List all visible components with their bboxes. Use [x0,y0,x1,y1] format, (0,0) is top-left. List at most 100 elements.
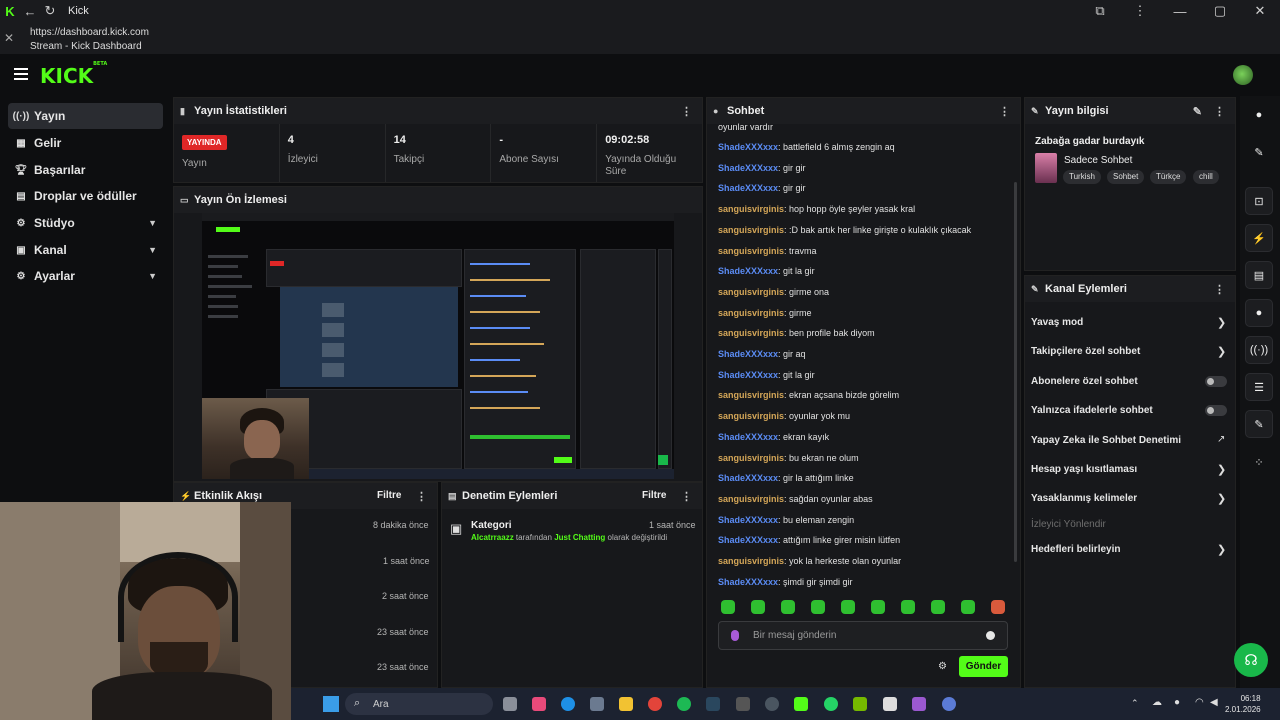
info-icon[interactable]: ● [1245,101,1273,129]
external-link-icon[interactable]: ↗ [1217,434,1225,445]
bolt-icon[interactable]: ⚡ [1245,224,1273,252]
nodes-icon[interactable]: ⁘ [1245,448,1273,476]
windows-start-icon[interactable] [323,696,339,712]
store-icon[interactable] [590,697,604,711]
chat-settings-icon[interactable]: ⚙ [938,661,947,672]
action-slow-mode[interactable]: Yavaş mod [1031,317,1083,328]
nvidia-icon[interactable] [853,697,867,711]
chat-username[interactable]: sanguisvirginis [718,204,784,214]
emote-icon[interactable] [721,600,735,614]
action-account-age[interactable]: Hesap yaşı kısıtlaması [1031,464,1137,475]
list-icon[interactable]: ☰ [1245,373,1273,401]
edge-icon[interactable] [561,697,575,711]
emotes-only-toggle[interactable] [1205,405,1227,416]
taskbar-search[interactable]: ⌕ Ara [345,693,493,715]
steam-icon[interactable] [706,697,720,711]
sidebar-item-studio[interactable]: ⚙ Stüdyo ▼ [8,210,163,236]
chat-username[interactable]: ShadeXXXxxx [718,432,778,442]
tray-chevron-icon[interactable]: ⌃ [1131,698,1139,709]
wrench-icon[interactable]: ✎ [1245,410,1273,438]
send-button[interactable]: Gönder [959,656,1008,677]
chat-username[interactable]: sanguisvirginis [718,328,784,338]
pencil-icon[interactable]: ✎ [1245,138,1273,166]
cloud-icon[interactable]: ☁ [1152,697,1162,708]
activity-filter-button[interactable]: Filtre [377,490,401,501]
maximize-icon[interactable]: ▢ [1200,0,1240,22]
close-icon[interactable]: ✕ [1240,0,1280,22]
chat-username[interactable]: sanguisvirginis [718,246,784,256]
wifi-icon[interactable]: ◠ [1195,697,1204,708]
close-tab-icon[interactable]: ✕ [4,31,14,45]
action-followers-only[interactable]: Takipçilere özel sohbet [1031,346,1140,357]
chevron-right-icon[interactable]: ❯ [1217,492,1226,505]
folder-icon[interactable] [619,697,633,711]
more-icon[interactable]: ⋮ [1120,0,1160,22]
broadcast-icon[interactable]: ((·)) [1245,336,1273,364]
spotify-icon[interactable] [677,697,691,711]
capture-icon[interactable]: ⊡ [1245,187,1273,215]
back-arrow-icon[interactable]: ← [20,0,40,22]
chat-username[interactable]: ShadeXXXxxx [718,535,778,545]
help-icon[interactable]: ☊ [1234,643,1268,677]
more-options-icon[interactable]: ⋮ [1214,105,1225,118]
sidebar-item-settings[interactable]: ⚙ Ayarlar ▼ [8,263,163,289]
action-ai-moderation[interactable]: Yapay Zeka ile Sohbet Denetimi [1031,435,1181,446]
stream-category[interactable]: Sadece Sohbet [1064,155,1132,166]
mic-tray-icon[interactable]: ● [1174,697,1180,708]
chat-username[interactable]: sanguisvirginis [718,308,784,318]
epic-icon[interactable] [736,697,750,711]
emoji-icon[interactable] [986,631,995,640]
sidebar-item-channel[interactable]: ▣ Kanal ▼ [8,237,163,263]
minimize-icon[interactable]: — [1160,0,1200,22]
g-app-icon[interactable] [883,697,897,711]
url-text[interactable]: https://dashboard.kick.com [30,27,149,38]
kick-app-icon[interactable] [794,697,808,711]
moderation-category[interactable]: Just Chatting [554,533,605,542]
emote-icon[interactable] [961,600,975,614]
chevron-right-icon[interactable]: ❯ [1217,463,1226,476]
moderation-filter-button[interactable]: Filtre [642,490,666,501]
moderation-user[interactable]: Alcatrraazz [471,533,514,542]
visual-studio-icon[interactable] [912,697,926,711]
sidebar-item-stream[interactable]: ((·)) Yayın [8,103,163,129]
chat-username[interactable]: sanguisvirginis [718,287,784,297]
emote-icon[interactable] [751,600,765,614]
chat-username[interactable]: ShadeXXXxxx [718,515,778,525]
chat-username[interactable]: ShadeXXXxxx [718,577,778,587]
chat-username[interactable]: ShadeXXXxxx [718,349,778,359]
chevron-right-icon[interactable]: ❯ [1217,316,1226,329]
chat-username[interactable]: ShadeXXXxxx [718,266,778,276]
avatar[interactable] [1233,65,1253,85]
taskview-icon[interactable] [503,697,517,711]
emote-icon[interactable] [811,600,825,614]
action-set-goals[interactable]: Hedefleri belirleyin [1031,544,1120,555]
obs-icon[interactable] [765,697,779,711]
category-thumbnail[interactable] [1035,153,1057,183]
edit-icon[interactable]: ✎ [1193,105,1202,118]
reload-icon[interactable]: ↻ [40,0,60,22]
emote-icon[interactable] [901,600,915,614]
emote-icon[interactable] [931,600,945,614]
menu-icon[interactable] [14,68,28,80]
chat-username[interactable]: sanguisvirginis [718,556,784,566]
emote-icon[interactable] [871,600,885,614]
microphone-icon[interactable] [731,630,739,641]
more-options-icon[interactable]: ⋮ [999,105,1010,118]
chat-username[interactable]: ShadeXXXxxx [718,473,778,483]
chat-username[interactable]: ShadeXXXxxx [718,142,778,152]
volume-icon[interactable]: ◀ [1210,697,1218,708]
chat-username[interactable]: sanguisvirginis [718,411,784,421]
more-options-icon[interactable]: ⋮ [416,490,427,503]
app-icon[interactable] [942,697,956,711]
action-banned-words[interactable]: Yasaklanmış kelimeler [1031,493,1137,504]
emote-icon[interactable] [781,600,795,614]
chat-username[interactable]: ShadeXXXxxx [718,163,778,173]
chat-username[interactable]: sanguisvirginis [718,225,784,235]
sidebar-item-achievements[interactable]: 🏆︎ Başarılar [8,157,163,183]
chat-username[interactable]: sanguisvirginis [718,453,784,463]
subscribers-only-toggle[interactable] [1205,376,1227,387]
chat-username[interactable]: ShadeXXXxxx [718,370,778,380]
chat-username[interactable]: sanguisvirginis [718,494,784,504]
chrome-icon[interactable] [648,697,662,711]
chat-username[interactable]: ShadeXXXxxx [718,183,778,193]
